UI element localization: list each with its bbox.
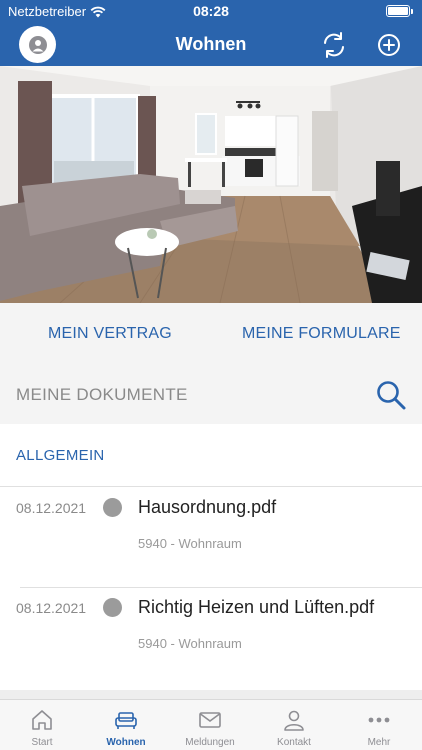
document-item[interactable]: 08.12.2021 Hausordnung.pdf 5940 - Wohnra…: [0, 488, 422, 587]
apartment-photo: [0, 66, 422, 303]
meine-formulare-link[interactable]: MEINE FORMULARE: [242, 325, 401, 343]
page-title: Wohnen: [175, 34, 247, 54]
document-date: 08.12.2021: [16, 500, 87, 516]
mein-vertrag-link[interactable]: MEIN VERTRAG: [48, 325, 172, 343]
document-item[interactable]: 08.12.2021 Richtig Heizen und Lüften.pdf…: [0, 588, 422, 690]
category-header[interactable]: ALLGEMEIN: [0, 424, 422, 487]
home-icon: [32, 710, 52, 730]
list-end-gap: [0, 690, 422, 699]
status-dot-icon: [103, 598, 122, 617]
tab-meldungen[interactable]: Meldungen: [168, 700, 252, 750]
tab-label: Kontakt: [277, 737, 311, 748]
tab-mehr[interactable]: Mehr: [336, 700, 422, 750]
tab-label: Wohnen: [106, 737, 146, 748]
tab-label: Meldungen: [185, 737, 235, 748]
battery-icon: [386, 5, 413, 17]
refresh-icon[interactable]: [319, 30, 349, 60]
documents-header: MEINE DOKUMENTE: [0, 364, 422, 424]
document-name: Richtig Heizen und Lüften.pdf: [138, 597, 375, 617]
documents-title: MEINE DOKUMENTE: [16, 385, 188, 404]
sofa-icon: [115, 712, 137, 729]
search-icon[interactable]: [374, 378, 408, 412]
person-icon: [284, 710, 304, 731]
tab-label: Start: [31, 737, 53, 748]
add-icon[interactable]: [374, 30, 404, 60]
mail-icon: [199, 712, 221, 728]
document-date: 08.12.2021: [16, 600, 87, 616]
quick-links: MEIN VERTRAG MEINE FORMULARE: [0, 303, 422, 364]
tab-kontakt[interactable]: Kontakt: [252, 700, 336, 750]
tab-label: Mehr: [367, 737, 391, 748]
document-subtitle: 5940 - Wohnraum: [138, 536, 242, 551]
tab-start[interactable]: Start: [0, 700, 84, 750]
app-header: Wohnen: [0, 24, 422, 66]
tab-wohnen[interactable]: Wohnen: [84, 700, 168, 750]
document-name: Hausordnung.pdf: [138, 497, 277, 517]
status-dot-icon: [103, 498, 122, 517]
category-label: ALLGEMEIN: [16, 447, 105, 464]
clock: 08:28: [193, 3, 229, 19]
app-screen: Netzbetreiber 08:28 Wohnen MEIN VERTRAG …: [0, 0, 422, 750]
tab-bar: Start Wohnen Meldungen Kontakt Mehr: [0, 699, 422, 750]
document-subtitle: 5940 - Wohnraum: [138, 636, 242, 651]
status-bar: Netzbetreiber 08:28: [0, 0, 422, 24]
more-icon: [368, 717, 390, 723]
